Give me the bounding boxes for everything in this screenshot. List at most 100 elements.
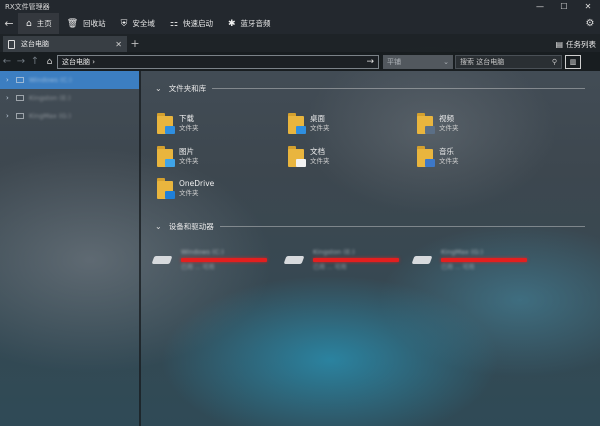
system-drive-icon — [151, 253, 173, 267]
section-divider — [219, 226, 585, 227]
view-mode-select[interactable]: 平铺 ⌄ — [383, 54, 453, 69]
nav-up-icon[interactable]: ↑ — [28, 56, 42, 67]
section-title: 设备和驱动器 — [168, 222, 214, 231]
quick-launch-button[interactable]: ⚏ 快速启动 — [162, 13, 220, 34]
bluetooth-audio-label: 蓝牙音频 — [240, 19, 271, 28]
sidebar-item-label: KingMax (G:) — [29, 112, 72, 120]
tab-label: 这台电脑 — [21, 40, 49, 48]
drive-name: KingMax (G:) — [441, 248, 484, 256]
computer-icon — [8, 39, 15, 49]
search-placeholder: 搜索 这台电脑 — [460, 57, 505, 66]
gear-icon[interactable]: ⚙ — [580, 18, 600, 29]
folder-name: 视频 — [439, 114, 454, 123]
secure-area-label: 安全域 — [132, 19, 155, 28]
folders-section-header[interactable]: ⌄ 文件夹和库 — [155, 83, 585, 94]
close-tab-icon[interactable]: ✕ — [115, 40, 122, 49]
recycle-bin-button[interactable]: 🗑 回收站 — [59, 13, 113, 34]
sidebar-item-windows-drive[interactable]: › Windows (C:) — [0, 71, 139, 89]
quick-launch-label: 快速启动 — [183, 19, 213, 28]
sidebar-item-kingmax-drive[interactable]: › KingMax (G:) — [0, 107, 139, 125]
task-list-button[interactable]: ▤ 任务列表 — [555, 36, 600, 52]
chevron-down-icon: ⌄ — [443, 57, 449, 66]
address-input[interactable]: 这台电脑 › → — [57, 54, 379, 69]
main-content: ⌄ 文件夹和库 下载 文件夹 桌面 文件夹 视频 文件夹 图片 文件夹 文档 文… — [143, 71, 600, 426]
drive-icon — [16, 95, 24, 101]
drive-free-space: 已用 ... 可用 — [441, 264, 475, 271]
folder-music[interactable]: 音乐 文件夹 — [417, 146, 459, 167]
tab-bar: 这台电脑 ✕ + ▤ 任务列表 — [0, 34, 600, 52]
address-bar-row: ← → ↑ ⌂ 这台电脑 › → 平铺 ⌄ 搜索 这台电脑 ⚲ ▥ — [0, 52, 600, 71]
pane-toggle-button[interactable]: ▥ — [565, 54, 581, 69]
drive-kingmax[interactable]: KingMax (G:) 已用 ... 可用 — [411, 248, 531, 272]
title-bar: RX文件管理器 — ☐ ✕ — [0, 0, 600, 13]
downloads-folder-icon — [157, 113, 175, 134]
close-button[interactable]: ✕ — [576, 0, 600, 13]
music-folder-icon — [417, 146, 435, 167]
folder-documents[interactable]: 文档 文件夹 — [288, 146, 330, 167]
drive-icon — [16, 113, 24, 119]
folder-type: 文件夹 — [310, 124, 330, 132]
section-title: 文件夹和库 — [168, 84, 207, 93]
folder-onedrive[interactable]: OneDrive 文件夹 — [157, 178, 214, 199]
task-list-label: 任务列表 — [566, 39, 596, 49]
chevron-right-icon[interactable]: › — [6, 76, 16, 84]
split-pane-icon: ▥ — [569, 57, 577, 66]
folder-type: 文件夹 — [179, 189, 199, 197]
folder-name: 图片 — [179, 147, 194, 156]
chevron-right-icon[interactable]: › — [6, 112, 16, 120]
folder-type: 文件夹 — [439, 124, 459, 132]
drive-free-space: 已用 ... 可用 — [313, 264, 347, 271]
usb-drive-icon — [411, 253, 433, 267]
folder-name: 音乐 — [439, 147, 454, 156]
shield-icon: ⛨ — [120, 18, 128, 29]
chevron-down-icon: ⌄ — [155, 84, 162, 93]
app-title: RX文件管理器 — [5, 2, 50, 11]
secure-area-button[interactable]: ⛨ 安全域 — [113, 13, 162, 34]
drive-name: Windows (C:) — [181, 248, 224, 256]
maximize-button[interactable]: ☐ — [552, 0, 576, 13]
nav-back-icon[interactable]: ← — [0, 56, 14, 67]
videos-folder-icon — [417, 113, 435, 134]
back-arrow-icon[interactable]: ← — [0, 17, 18, 30]
sidebar-item-label: Windows (C:) — [29, 76, 72, 84]
desktop-folder-icon — [288, 113, 306, 134]
chevron-right-icon[interactable]: › — [6, 94, 16, 102]
home-label: 主页 — [36, 19, 52, 28]
recycle-bin-label: 回收站 — [83, 19, 106, 28]
drive-kingston[interactable]: Kingston (E:) 已用 ... 可用 — [283, 248, 403, 272]
folder-name: OneDrive — [179, 179, 215, 188]
drive-usage-bar — [313, 258, 399, 262]
home-button[interactable]: ⌂ 主页 — [18, 13, 59, 34]
bluetooth-audio-button[interactable]: ✱ 蓝牙音频 — [220, 13, 278, 34]
nav-forward-icon[interactable]: → — [14, 56, 28, 67]
folder-videos[interactable]: 视频 文件夹 — [417, 113, 459, 134]
folder-type: 文件夹 — [179, 157, 199, 165]
add-tab-button[interactable]: + — [127, 36, 143, 52]
home-icon: ⌂ — [26, 18, 32, 29]
address-path: 这台电脑 › — [62, 57, 96, 66]
folder-downloads[interactable]: 下载 文件夹 — [157, 113, 199, 134]
sidebar-item-label: Kingston (E:) — [29, 94, 71, 102]
main-toolbar: ← ⌂ 主页 🗑 回收站 ⛨ 安全域 ⚏ 快速启动 ✱ 蓝牙音频 ⚙ — [0, 13, 600, 34]
recycle-bin-icon: 🗑 — [66, 18, 79, 29]
drive-icon — [16, 77, 24, 83]
chevron-down-icon: ⌄ — [155, 222, 162, 231]
documents-folder-icon — [288, 146, 306, 167]
tab-this-pc[interactable]: 这台电脑 ✕ — [3, 36, 127, 52]
drive-windows[interactable]: Windows (C:) 已用 ... 可用 — [151, 248, 271, 272]
drive-usage-bar — [441, 258, 527, 262]
drives-section-header[interactable]: ⌄ 设备和驱动器 — [155, 221, 585, 232]
search-input[interactable]: 搜索 这台电脑 ⚲ — [455, 54, 562, 69]
sidebar-item-kingston-drive[interactable]: › Kingston (E:) — [0, 89, 139, 107]
nav-home-icon[interactable]: ⌂ — [42, 57, 57, 67]
quick-launch-icon: ⚏ — [169, 18, 178, 29]
sidebar: › Windows (C:) › Kingston (E:) › KingMax… — [0, 71, 141, 426]
folder-desktop[interactable]: 桌面 文件夹 — [288, 113, 330, 134]
folder-type: 文件夹 — [439, 157, 459, 165]
drive-free-space: 已用 ... 可用 — [181, 264, 215, 271]
minimize-button[interactable]: — — [528, 0, 552, 13]
folder-pictures[interactable]: 图片 文件夹 — [157, 146, 199, 167]
folder-type: 文件夹 — [310, 157, 330, 165]
drive-name: Kingston (E:) — [313, 248, 355, 256]
go-arrow-icon[interactable]: → — [366, 57, 374, 67]
